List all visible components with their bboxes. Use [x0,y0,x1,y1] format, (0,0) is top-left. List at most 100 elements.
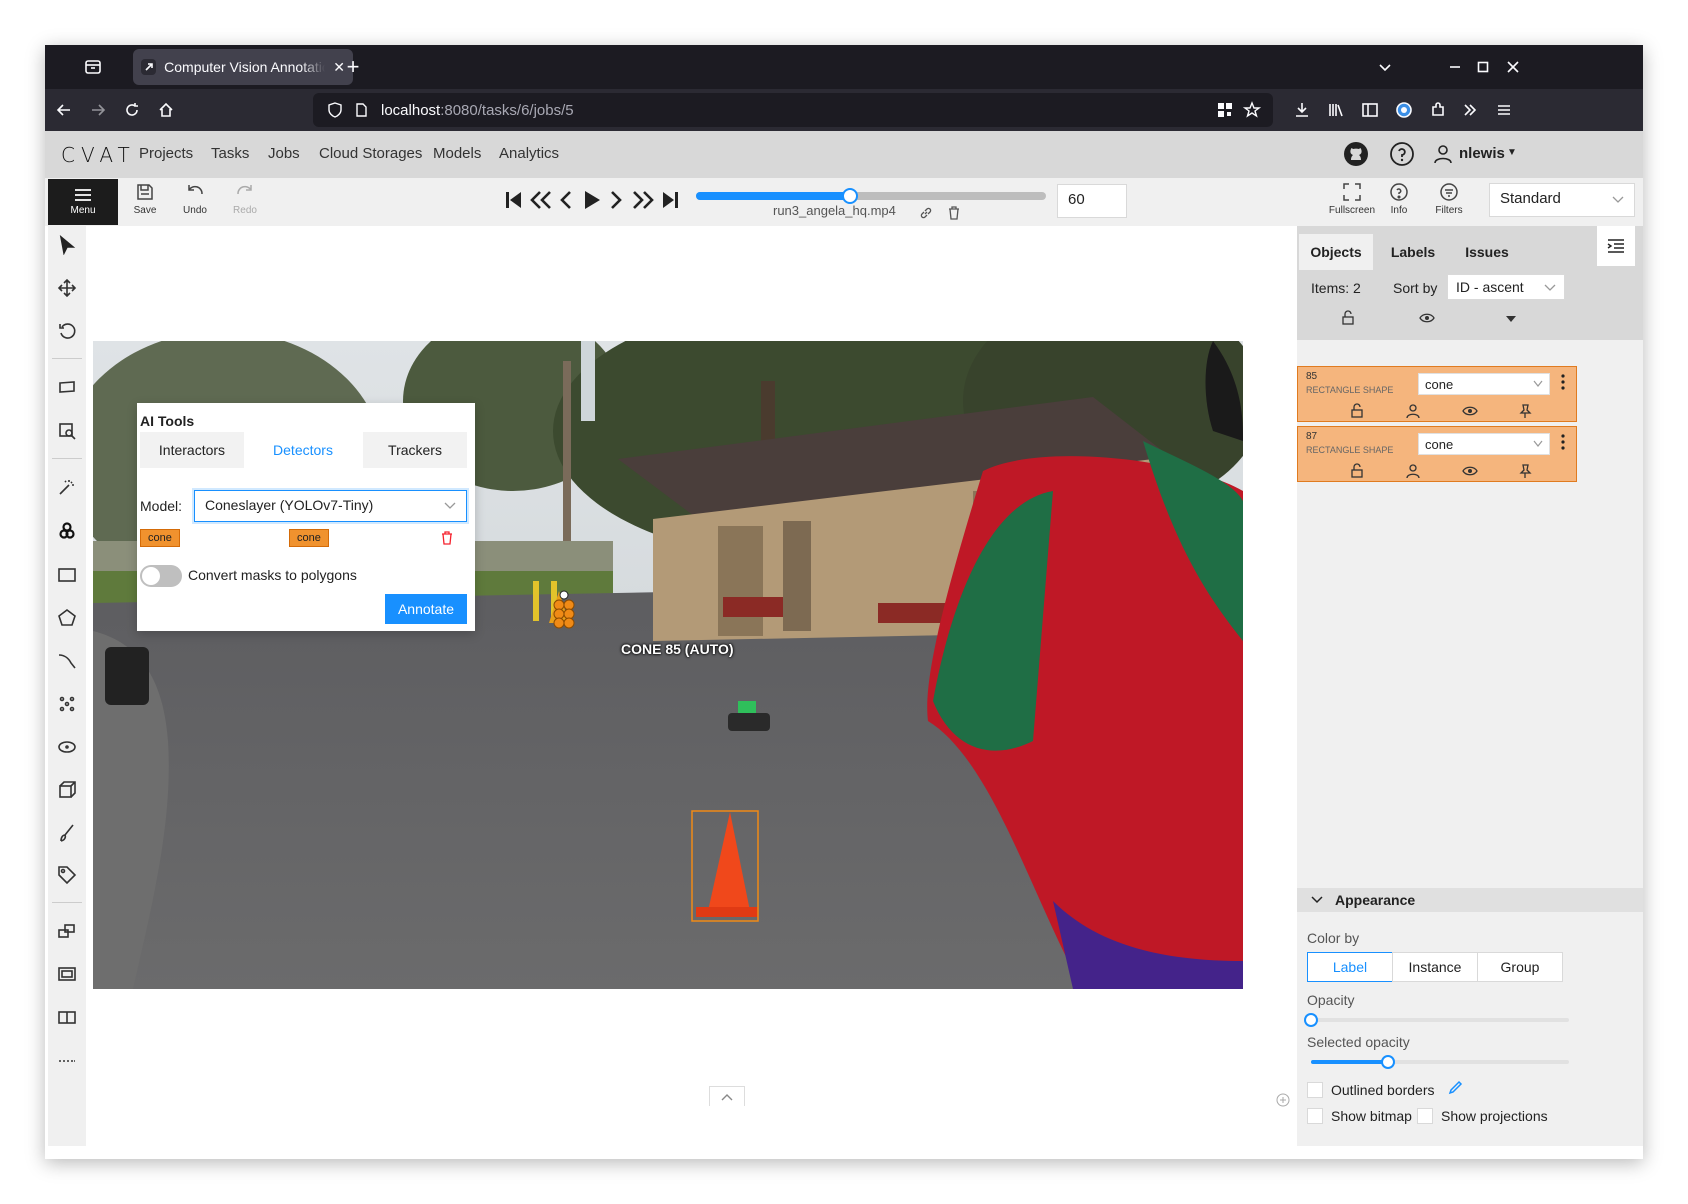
zoom-in-icon[interactable] [1275,1092,1291,1108]
color-by-group-option[interactable]: Group [1477,952,1563,982]
next-frame-icon[interactable] [609,190,623,210]
move-tool[interactable] [52,273,82,303]
opacity-handle[interactable] [1304,1013,1318,1027]
menu-button[interactable]: Menu [48,179,118,225]
convert-masks-toggle[interactable] [140,565,182,587]
object-label-select[interactable]: cone [1418,373,1550,395]
nav-analytics[interactable]: Analytics [499,145,559,162]
tab-interactors[interactable]: Interactors [140,432,244,468]
object-menu-icon[interactable] [1560,373,1566,391]
tab-trackers[interactable]: Trackers [363,432,467,468]
bookmark-star-icon[interactable] [1243,101,1261,119]
last-frame-icon[interactable] [661,190,679,210]
home-icon[interactable] [155,99,177,121]
selected-opacity-slider[interactable] [1311,1055,1569,1069]
close-window-icon[interactable] [1503,57,1523,77]
color-by-label-option[interactable]: Label [1307,952,1393,982]
outlined-borders-checkbox[interactable] [1307,1082,1323,1098]
color-picker-icon[interactable] [1447,1080,1463,1096]
object-label-select[interactable]: cone [1418,433,1550,455]
zoom-region-tool[interactable] [52,416,82,446]
lock-icon[interactable] [1350,463,1364,479]
tab-manager-icon[interactable] [83,57,103,77]
page-info-icon[interactable] [353,102,369,118]
model-select[interactable]: Coneslayer (YOLOv7-Tiny) [194,490,467,522]
split-track-tool[interactable] [52,1002,82,1032]
tab-objects[interactable]: Objects [1299,234,1373,270]
frame-number-input[interactable]: 60 [1057,184,1127,218]
nav-jobs[interactable]: Jobs [268,145,300,162]
browser-tab-active[interactable]: Computer Vision Annotation Tool ✕ [133,49,353,85]
occluded-icon[interactable] [1406,463,1420,479]
caret-down-icon[interactable] [1505,314,1517,324]
tab-issues[interactable]: Issues [1451,234,1523,270]
opacity-slider[interactable] [1304,1013,1569,1027]
frame-slider[interactable] [696,188,1046,204]
canvas-area[interactable] [89,226,1319,1146]
shield-icon[interactable] [327,102,343,118]
sort-select[interactable]: ID - ascent [1447,274,1565,300]
info-button[interactable]: Info [1379,182,1419,216]
undo-button[interactable]: Undo [175,182,215,216]
help-icon[interactable] [1389,141,1415,167]
list-all-tabs-icon[interactable] [1375,57,1395,77]
delete-mapping-icon[interactable] [441,531,453,545]
annotate-button[interactable]: Annotate [385,594,467,624]
rotate-tool[interactable] [52,316,82,346]
ellipse-tool[interactable] [52,732,82,762]
selected-opacity-handle[interactable] [1381,1055,1396,1069]
nav-projects[interactable]: Projects [139,145,193,162]
fullscreen-button[interactable]: Fullscreen [1327,182,1377,216]
minimize-icon[interactable] [1445,57,1465,77]
merge-shapes-tool[interactable] [52,916,82,946]
polygon-tool[interactable] [52,603,82,633]
link-icon[interactable] [919,206,933,220]
brush-tool[interactable] [52,818,82,848]
ai-tools-button[interactable] [52,516,82,546]
maximize-icon[interactable] [1473,57,1493,77]
polyline-tool[interactable] [52,646,82,676]
eye-icon[interactable] [1462,405,1478,417]
collapse-sidebar-button[interactable] [1597,226,1635,266]
tag-tool[interactable] [52,860,82,890]
object-item[interactable]: 87 RECTANGLE SHAPE cone [1297,426,1577,482]
occluded-icon[interactable] [1406,403,1420,419]
previous-step-icon[interactable] [529,190,553,210]
reload-icon[interactable] [121,99,143,121]
cvat-logo[interactable]: CVAT [61,143,136,167]
frame-slider-handle[interactable] [842,188,858,204]
qr-code-icon[interactable] [1217,102,1233,118]
color-by-instance-option[interactable]: Instance [1392,952,1478,982]
pin-icon[interactable] [1518,463,1532,479]
object-menu-icon[interactable] [1560,433,1566,451]
library-icon[interactable] [1325,99,1347,121]
pin-icon[interactable] [1518,403,1532,419]
user-icon[interactable] [1433,144,1453,164]
rectangle-tool[interactable] [52,560,82,590]
first-frame-icon[interactable] [505,190,523,210]
fit-image-tool[interactable] [52,372,82,402]
redo-button[interactable]: Redo [225,182,265,216]
github-icon[interactable] [1343,141,1369,167]
eye-icon[interactable] [1462,465,1478,477]
lock-all-icon[interactable] [1341,310,1355,326]
points-tool[interactable] [52,689,82,719]
magic-wand-tool[interactable] [52,472,82,502]
username[interactable]: nlewis [1459,145,1505,162]
lock-icon[interactable] [1350,403,1364,419]
downloads-icon[interactable] [1291,99,1313,121]
url-bar[interactable]: localhost:8080/tasks/6/jobs/5 [313,93,1273,127]
back-icon[interactable] [53,99,75,121]
nav-tasks[interactable]: Tasks [211,145,249,162]
more-tools-icon[interactable] [1459,99,1481,121]
more-tools-button[interactable] [52,1044,82,1074]
nav-cloud-storages[interactable]: Cloud Storages [319,145,422,162]
play-icon[interactable] [583,190,601,210]
workspace-select[interactable]: Standard [1489,183,1635,217]
tab-detectors[interactable]: Detectors [251,432,355,468]
filters-button[interactable]: Filters [1429,182,1469,216]
eye-all-icon[interactable] [1419,312,1435,324]
object-item[interactable]: 85 RECTANGLE SHAPE cone [1297,366,1577,422]
cuboid-tool[interactable] [52,775,82,805]
save-button[interactable]: Save [125,182,165,216]
